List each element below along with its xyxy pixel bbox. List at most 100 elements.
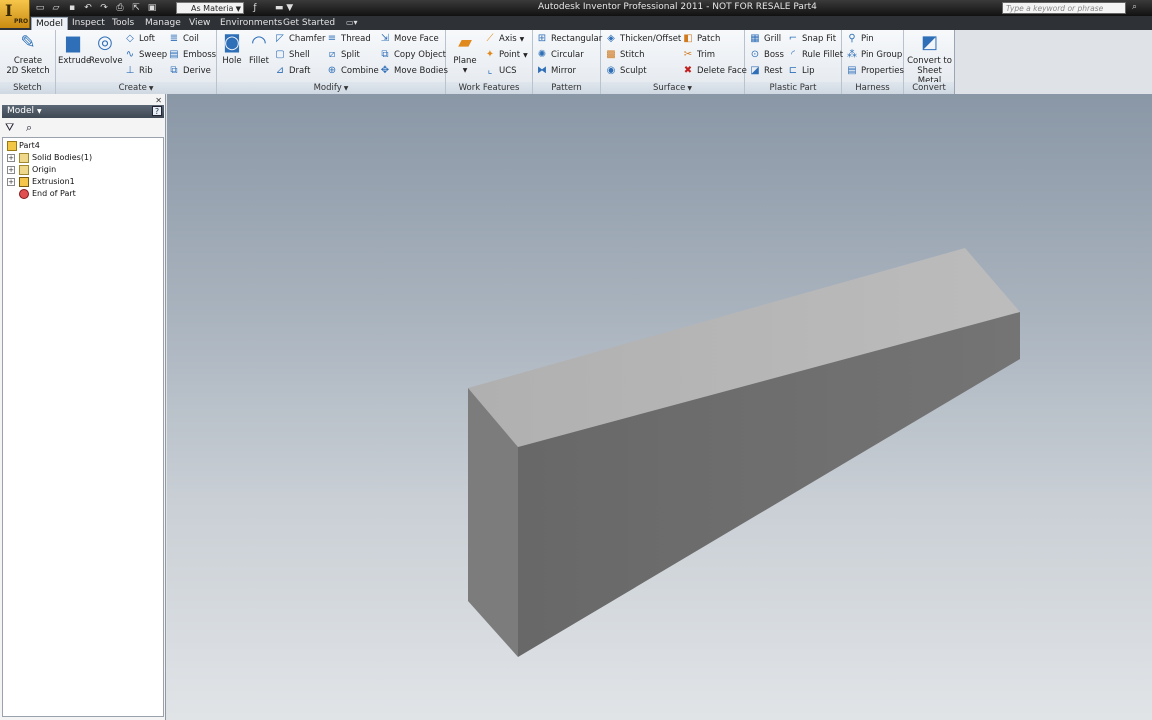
rest-button[interactable]: ◪ Rest <box>749 64 782 78</box>
derive-button[interactable]: ⧉ Derive <box>168 64 210 78</box>
emboss-button[interactable]: ▤ Emboss <box>168 48 216 62</box>
modify-panel-title[interactable]: Modify ▼ <box>217 82 445 94</box>
new-icon[interactable]: ▭ <box>33 2 47 14</box>
rib-icon: ⊥ <box>125 65 135 76</box>
update-icon[interactable]: ▣ <box>145 2 159 14</box>
chamfer-button[interactable]: ◸ Chamfer <box>274 32 325 46</box>
expand-icon[interactable]: + <box>7 154 15 162</box>
tab-tools[interactable]: Tools <box>108 17 138 30</box>
tab-environments[interactable]: Environments <box>216 17 286 30</box>
pattern-panel-title: Pattern <box>533 82 600 94</box>
coil-button[interactable]: ≣ Coil <box>168 32 199 46</box>
circular-label: Circular <box>551 50 584 60</box>
tree-node-origin[interactable]: + Origin <box>5 164 155 176</box>
trim-icon: ✂ <box>683 49 693 60</box>
lip-button[interactable]: ⊏ Lip <box>787 64 815 78</box>
draft-button[interactable]: ⊿ Draft <box>274 64 311 78</box>
rib-button[interactable]: ⊥ Rib <box>124 64 153 78</box>
point-button[interactable]: ✦ Point ▼ <box>484 48 528 62</box>
lip-label: Lip <box>802 66 815 76</box>
point-icon: ✦ <box>485 49 495 60</box>
loft-label: Loft <box>139 34 155 44</box>
print-icon[interactable]: ⎙ <box>113 2 127 14</box>
browser-header[interactable]: Model ▼ ? <box>2 105 164 118</box>
surface-panel: ◈ Thicken/Offset ▩ Stitch ◉ Sculpt ◧ Patch ✂… <box>601 30 747 94</box>
thread-button[interactable]: ≡ Thread <box>326 32 371 46</box>
boss-label: Boss <box>764 50 784 60</box>
ribbon-minimize-icon[interactable]: ▭▾ <box>346 18 358 27</box>
extrude-button[interactable]: ▆ Extrude <box>58 32 91 66</box>
tab-manage[interactable]: Manage <box>141 17 185 30</box>
move-face-button[interactable]: ⇲ Move Face <box>379 32 439 46</box>
convert-to-sheet-metal-button[interactable]: ◩ Convert to Sheet Metal <box>906 32 953 86</box>
loft-button[interactable]: ◇ Loft <box>124 32 155 46</box>
tree-node-end-of-part[interactable]: End of Part <box>5 188 155 200</box>
undo-icon[interactable]: ↶ <box>81 2 95 14</box>
filter-icon[interactable]: ⛛ <box>5 121 14 135</box>
tab-get-started[interactable]: Get Started <box>279 17 339 30</box>
binoculars-icon[interactable]: ⌕ <box>1132 2 1137 12</box>
surface-panel-title[interactable]: Surface ▼ <box>601 82 744 94</box>
expand-icon[interactable]: + <box>7 166 15 174</box>
delete-face-button[interactable]: ✖ Delete Face <box>682 64 747 78</box>
axis-button[interactable]: ⟋ Axis ▼ <box>484 32 525 46</box>
tree-node-extrusion[interactable]: + Extrusion1 <box>5 176 155 188</box>
redo-icon[interactable]: ↷ <box>97 2 111 14</box>
ucs-button[interactable]: ⌞ UCS <box>484 64 517 78</box>
split-button[interactable]: ⧄ Split <box>326 48 360 62</box>
material-dropdown[interactable]: As Materia ▼ <box>176 2 244 14</box>
copy-object-button[interactable]: ⧉ Copy Object <box>379 48 446 62</box>
shell-button[interactable]: ▢ Shell <box>274 48 309 62</box>
open-icon[interactable]: ▱ <box>49 2 63 14</box>
thicken-offset-button[interactable]: ◈ Thicken/Offset <box>605 32 681 46</box>
hole-button[interactable]: ◙ Hole <box>219 32 245 66</box>
tree-node-solid-bodies[interactable]: + Solid Bodies(1) <box>5 152 155 164</box>
create-panel-title[interactable]: Create ▼ <box>56 82 216 94</box>
combine-button[interactable]: ⊕ Combine <box>326 64 379 78</box>
pin-group-button[interactable]: ⁂ Pin Group <box>846 48 902 62</box>
close-icon[interactable]: ✕ <box>155 96 162 105</box>
extrusion-icon <box>19 177 29 187</box>
application-menu-button[interactable]: I PRO <box>0 0 30 28</box>
grill-button[interactable]: ▦ Grill <box>749 32 781 46</box>
revolve-label: Revolve <box>89 56 123 66</box>
harness-properties-button[interactable]: ▤ Properties <box>846 64 904 78</box>
graphics-viewport[interactable] <box>167 94 1152 720</box>
sketch-pencil-icon: ✎ <box>20 32 36 53</box>
extrude-icon: ▆ <box>66 32 80 53</box>
help-icon[interactable]: ? <box>152 106 162 116</box>
appearance-icon[interactable]: ƒ <box>248 2 262 14</box>
find-binoculars-icon[interactable]: ⌕ <box>26 121 32 135</box>
return-icon[interactable]: ⇱ <box>129 2 143 14</box>
appearance-dropdown-icon[interactable]: ▬ ▼ <box>264 2 304 14</box>
tree-node-part[interactable]: Part4 <box>5 140 155 152</box>
tab-model[interactable]: Model <box>31 17 69 30</box>
mirror-button[interactable]: ⧓ Mirror <box>536 64 576 78</box>
part-model[interactable] <box>167 94 1152 720</box>
part-icon <box>7 141 17 151</box>
expand-icon[interactable]: + <box>7 178 15 186</box>
snap-fit-button[interactable]: ⌐ Snap Fit <box>787 32 836 46</box>
patch-button[interactable]: ◧ Patch <box>682 32 720 46</box>
revolve-button[interactable]: ◎ Revolve <box>89 32 123 66</box>
tab-view[interactable]: View <box>185 17 214 30</box>
circular-pattern-button[interactable]: ✺ Circular <box>536 48 584 62</box>
create-2d-sketch-button[interactable]: ✎ Create 2D Sketch <box>6 32 50 76</box>
trim-button[interactable]: ✂ Trim <box>682 48 715 62</box>
fillet-button[interactable]: ◠ Fillet <box>246 32 272 66</box>
rectangular-pattern-button[interactable]: ⊞ Rectangular <box>536 32 602 46</box>
sweep-button[interactable]: ∿ Sweep <box>124 48 167 62</box>
move-bodies-button[interactable]: ✥ Move Bodies <box>379 64 448 78</box>
help-search-input[interactable]: Type a keyword or phrase <box>1002 2 1126 14</box>
save-icon[interactable]: ▪ <box>65 2 79 14</box>
boss-button[interactable]: ⊙ Boss <box>749 48 784 62</box>
rule-fillet-button[interactable]: ◜ Rule Fillet <box>787 48 843 62</box>
tab-inspect[interactable]: Inspect <box>68 17 109 30</box>
plane-button[interactable]: ▰ Plane ▼ <box>450 32 480 76</box>
sculpt-button[interactable]: ◉ Sculpt <box>605 64 647 78</box>
convert-panel-title: Convert <box>904 82 954 94</box>
stitch-button[interactable]: ▩ Stitch <box>605 48 644 62</box>
pin-button[interactable]: ⚲ Pin <box>846 32 873 46</box>
hole-label: Hole <box>222 56 242 66</box>
thicken-icon: ◈ <box>607 33 615 44</box>
